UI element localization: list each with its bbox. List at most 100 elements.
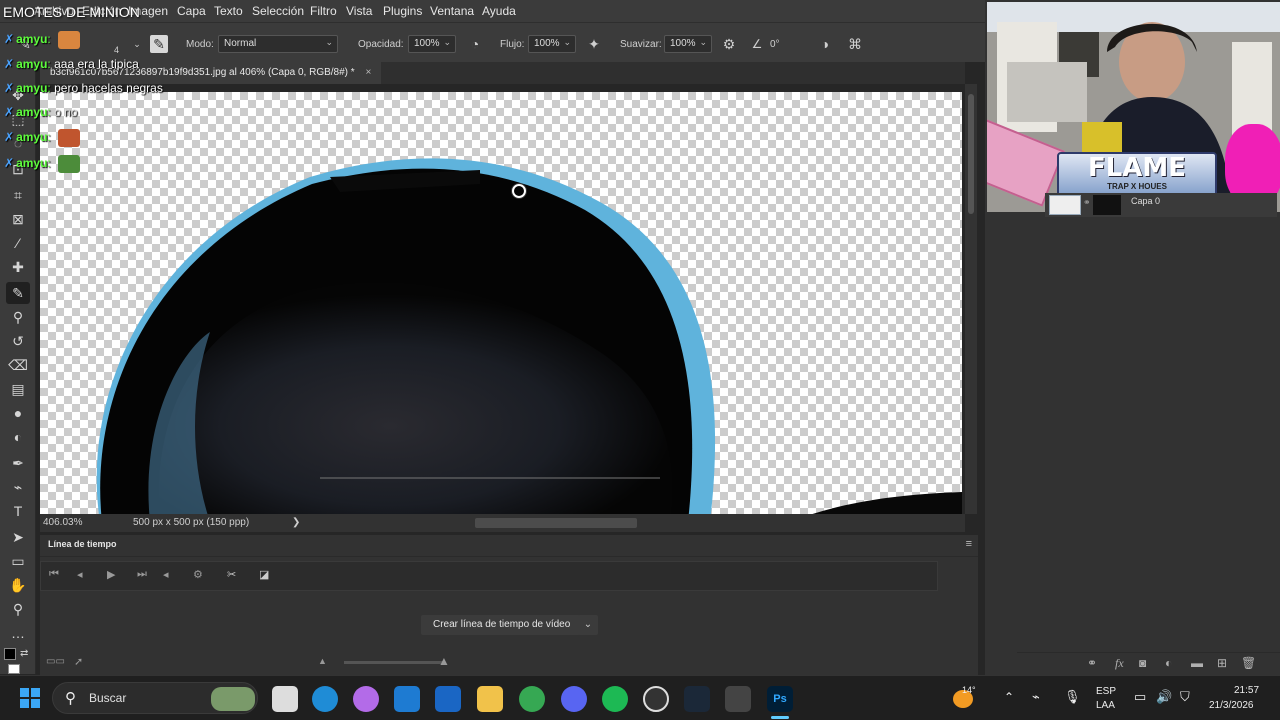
pressure-size-icon[interactable]: ◑ [816, 35, 834, 53]
gear-icon[interactable]: ⚙ [193, 568, 203, 581]
path-select-tool-icon[interactable]: ➤ [6, 526, 30, 548]
volume-icon[interactable]: 🔊 [1156, 689, 1172, 705]
obs-icon[interactable] [643, 686, 669, 712]
scissors-icon[interactable]: ✂ [227, 568, 236, 581]
fx-icon[interactable]: fx [1115, 656, 1124, 671]
trash-icon[interactable]: 🗑 [1241, 656, 1256, 670]
gradient-tool-icon[interactable]: ▤ [6, 378, 30, 400]
vertical-scrollbar[interactable] [965, 84, 977, 514]
eraser-tool-icon[interactable]: ⌫ [6, 354, 30, 376]
background-color-swatch[interactable] [8, 664, 20, 674]
mode-select[interactable]: Normal ⌄ [218, 35, 338, 53]
shield-icon[interactable]: ⛉ [1180, 689, 1190, 705]
menu-capa[interactable]: Capa [177, 4, 206, 18]
new-layer-icon[interactable]: ⊞ [1217, 656, 1227, 670]
transition-icon[interactable]: ◪ [259, 568, 269, 581]
zoom-tool-icon[interactable]: ⚲ [6, 598, 30, 620]
swap-colors-icon[interactable]: ⇄ [20, 648, 28, 659]
outlook-icon[interactable] [435, 686, 461, 712]
menu-seleccion[interactable]: Selección [252, 4, 304, 18]
menu-ventana[interactable]: Ventana [430, 4, 474, 18]
symmetry-icon[interactable]: ⌘ [846, 35, 864, 53]
timeline-zoom-slider[interactable] [344, 661, 444, 664]
network-off-icon[interactable]: ⌁ [1032, 689, 1040, 705]
first-frame-icon[interactable]: ⏮ [49, 568, 59, 581]
zoom-in-icon[interactable]: ▲ [438, 654, 450, 668]
file-explorer-icon[interactable] [477, 686, 503, 712]
layer-name[interactable]: Capa 0 [1131, 196, 1160, 206]
blur-tool-icon[interactable]: ● [6, 402, 30, 424]
clock-time[interactable]: 21:57 [1234, 685, 1259, 696]
rectangle-tool-icon[interactable]: ▭ [6, 550, 30, 572]
brush-preset-chevron-icon[interactable]: ⌄ [128, 35, 146, 53]
chevron-down-icon[interactable]: ⌄ [578, 615, 598, 635]
taskbar-search[interactable]: ⚲ Buscar [52, 682, 258, 714]
smooth-input[interactable]: 100% ⌄ [664, 35, 712, 53]
document-canvas[interactable] [40, 92, 962, 514]
dodge-tool-icon[interactable]: ◐ [6, 426, 30, 448]
chain-link-icon[interactable]: ⚭ [1083, 197, 1091, 208]
panel-menu-icon[interactable]: ≡ [966, 538, 972, 550]
new-group-icon[interactable]: ▬ [1191, 656, 1203, 670]
pen-alt-tool-icon[interactable]: ⌁ [6, 476, 30, 498]
clock-date[interactable]: 21/3/2026 [1209, 700, 1254, 711]
more-tools-icon[interactable]: … [6, 622, 30, 644]
layer-mask-thumbnail[interactable] [1093, 195, 1121, 215]
angle-value[interactable]: 0° [770, 39, 780, 50]
next-frame-icon[interactable]: ⏭ [137, 568, 147, 581]
edge-icon[interactable] [312, 686, 338, 712]
pen-tool-icon[interactable]: ✒ [6, 452, 30, 474]
microphone-icon[interactable]: 🎙 [1064, 689, 1081, 705]
horizontal-scroll-thumb[interactable] [475, 518, 637, 528]
healing-brush-tool-icon[interactable]: ✚ [6, 256, 30, 278]
zoom-level[interactable]: 406.03% [43, 517, 82, 528]
chrome-icon[interactable] [519, 686, 545, 712]
history-brush-tool-icon[interactable]: ↺ [6, 330, 30, 352]
brush-tool-icon[interactable]: ✎ [6, 282, 30, 304]
gear-icon[interactable]: ⚙ [720, 35, 738, 53]
audio-icon[interactable]: ◂ [163, 568, 169, 581]
chevron-up-icon[interactable]: ⌃ [1004, 690, 1014, 704]
menu-ayuda[interactable]: Ayuda [482, 4, 516, 18]
adjustment-layer-icon[interactable]: ◐ [1165, 656, 1172, 670]
steam-icon[interactable] [684, 686, 710, 712]
task-view-icon[interactable] [272, 686, 298, 712]
language-top[interactable]: ESP [1096, 686, 1116, 697]
flow-input[interactable]: 100% ⌄ [528, 35, 576, 53]
airbrush-icon[interactable]: ✦ [585, 35, 603, 53]
link-layers-icon[interactable]: ⚭ [1087, 656, 1097, 670]
status-expand-arrow[interactable]: ❯ [292, 517, 300, 528]
previous-frame-icon[interactable]: ◂ [77, 568, 83, 581]
spotify-icon[interactable] [602, 686, 628, 712]
photoshop-icon[interactable]: Ps [767, 686, 793, 712]
zoom-out-icon[interactable]: ▲ [318, 656, 327, 666]
timeline-title[interactable]: Línea de tiempo [48, 539, 117, 549]
menu-texto[interactable]: Texto [214, 4, 243, 18]
windows-start-icon[interactable] [20, 688, 40, 708]
store-icon[interactable] [394, 686, 420, 712]
layer-row[interactable]: ⚭ Capa 0 [1045, 193, 1277, 217]
convert-icon[interactable]: ➚ [74, 655, 83, 668]
add-mask-icon[interactable]: ◙ [1139, 656, 1146, 670]
tv-app-icon[interactable] [725, 686, 751, 712]
foreground-color-swatch[interactable] [4, 648, 16, 660]
menu-plugins[interactable]: Plugins [383, 4, 422, 18]
copilot-icon[interactable] [353, 686, 379, 712]
frame-tool-icon[interactable]: ⊠ [6, 208, 30, 230]
timeline-frames-icon[interactable]: ▭▭ [46, 656, 65, 667]
pressure-opacity-icon[interactable]: ◔ [466, 35, 484, 53]
type-tool-icon[interactable]: T [6, 500, 30, 522]
crop-tool-icon[interactable]: ⌗ [6, 184, 30, 206]
opacity-input[interactable]: 100% ⌄ [408, 35, 456, 53]
vertical-scroll-thumb[interactable] [968, 94, 974, 214]
play-icon[interactable]: ▶ [107, 568, 115, 581]
clone-stamp-tool-icon[interactable]: ⚲ [6, 306, 30, 328]
brush-settings-icon[interactable]: ✎ [150, 35, 168, 53]
create-video-timeline-button[interactable]: Crear línea de tiempo de vídeo [421, 615, 583, 635]
language-bottom[interactable]: LAA [1096, 700, 1115, 711]
menu-filtro[interactable]: Filtro [310, 4, 337, 18]
eyedropper-tool-icon[interactable]: ⁄ [6, 232, 30, 254]
close-icon[interactable]: × [365, 67, 371, 78]
hand-tool-icon[interactable]: ✋ [6, 574, 30, 596]
menu-vista[interactable]: Vista [346, 4, 372, 18]
